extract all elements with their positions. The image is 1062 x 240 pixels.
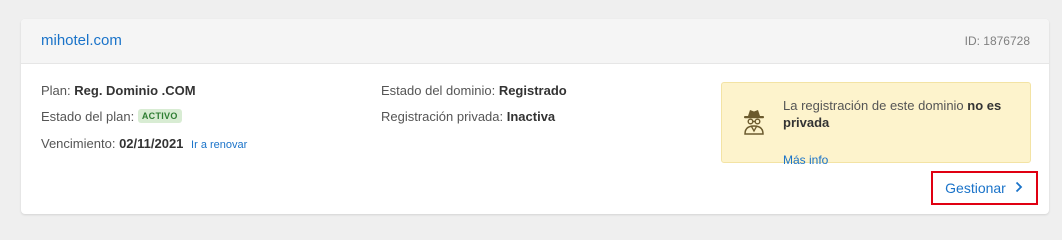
status-badge: ACTIVO: [137, 109, 182, 123]
domain-status-row: Estado del dominio: Registrado: [381, 83, 567, 98]
domain-id: ID: 1876728: [964, 34, 1030, 48]
chevron-right-icon: [1014, 180, 1024, 196]
plan-row: Plan: Reg. Dominio .COM: [41, 83, 196, 98]
more-info-link[interactable]: Más info: [783, 153, 828, 167]
private-registration-row: Registración privada: Inactiva: [381, 109, 555, 124]
manage-button-label: Gestionar: [945, 180, 1006, 196]
expiry-row: Vencimiento: 02/11/2021 Ir a renovar: [41, 136, 247, 151]
domain-card: mihotel.com ID: 1876728 Plan: Reg. Domin…: [21, 19, 1049, 214]
plan-status-row: Estado del plan: ACTIVO: [41, 109, 182, 124]
privacy-notice-text: La registración de este dominio no es pr…: [783, 97, 1018, 131]
plan-value: Reg. Dominio .COM: [74, 83, 196, 98]
manage-button[interactable]: Gestionar: [931, 171, 1038, 205]
expiry-value: 02/11/2021: [119, 136, 184, 151]
renew-link[interactable]: Ir a renovar: [191, 139, 247, 151]
privacy-notice: La registración de este dominio no es pr…: [721, 82, 1031, 167]
expiry-label: Vencimiento:: [41, 136, 116, 151]
private-registration-label: Registración privada:: [381, 109, 504, 124]
private-registration-value: Inactiva: [506, 109, 556, 124]
plan-status-label: Estado del plan:: [41, 109, 135, 124]
card-header: mihotel.com ID: 1876728: [21, 19, 1049, 64]
spy-icon: [742, 107, 766, 135]
domain-status-label: Estado del dominio:: [381, 83, 496, 98]
domain-status-value: Registrado: [498, 83, 567, 98]
notice-text-prefix: La registración de este dominio: [783, 98, 964, 113]
plan-label: Plan:: [41, 83, 71, 98]
domain-name-link[interactable]: mihotel.com: [41, 32, 122, 49]
